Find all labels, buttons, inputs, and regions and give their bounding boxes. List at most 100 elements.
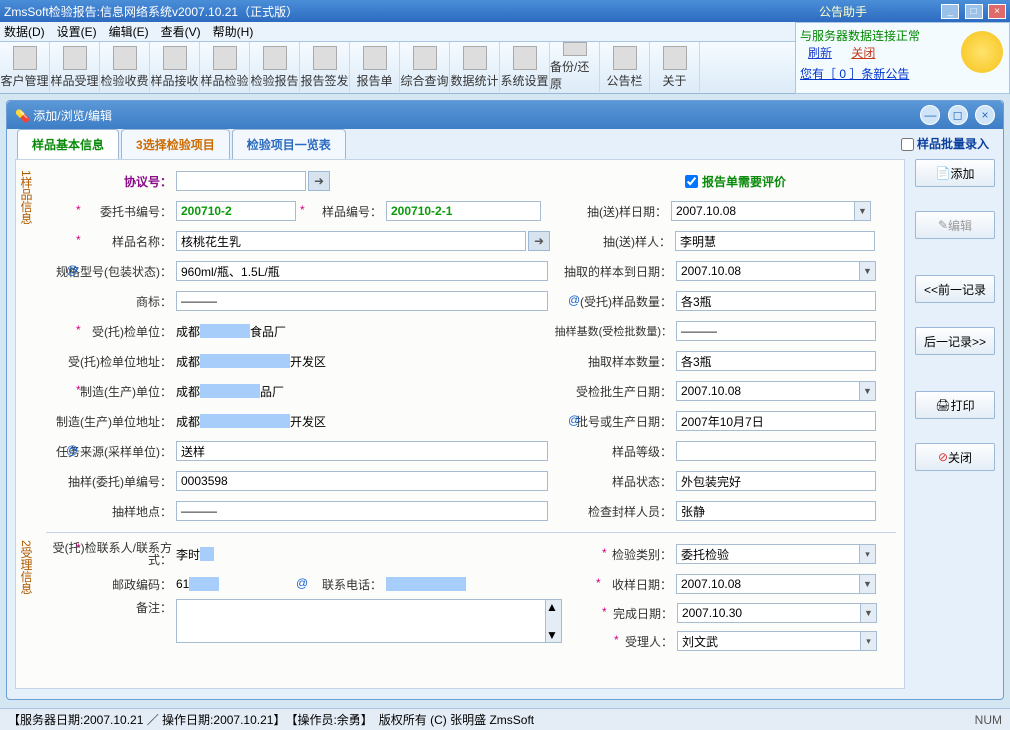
seal-input[interactable] — [676, 501, 876, 521]
consign-qty-label: (受托)样品数量： — [548, 293, 676, 310]
consign-no-input[interactable] — [176, 201, 296, 221]
send-date-picker[interactable]: 2007.10.08▼ — [671, 201, 871, 221]
spec-input[interactable] — [176, 261, 548, 281]
done-date-picker[interactable]: 2007.10.30▼ — [677, 603, 877, 623]
win-close-button[interactable]: × — [975, 105, 995, 125]
task-src-input[interactable] — [176, 441, 548, 461]
need-eval-checkbox[interactable] — [685, 175, 698, 188]
consign-qty-input[interactable] — [676, 291, 876, 311]
memo-textarea[interactable] — [176, 599, 546, 643]
win-minimize-button[interactable]: — — [920, 105, 940, 125]
assistant-minimize-button[interactable]: _ — [941, 4, 959, 19]
grade-label: 样品等级： — [548, 443, 676, 460]
chevron-down-icon: ▼ — [854, 202, 870, 220]
menubar: 数据(D) 设置(E) 编辑(E) 查看(V) 帮助(H) — [0, 22, 795, 42]
post-input[interactable]: 61 — [176, 577, 276, 591]
edit-button[interactable]: ✎编辑 — [915, 211, 995, 239]
client-unit-input[interactable]: 成都食品厂 — [176, 323, 548, 340]
state-label: 样品状态： — [548, 473, 676, 490]
client-addr-input[interactable]: 成都开发区 — [176, 353, 548, 370]
menu-settings[interactable]: 设置(E) — [57, 23, 97, 40]
menu-view[interactable]: 查看(V) — [161, 23, 201, 40]
tool-sysset[interactable]: 系统设置 — [500, 42, 550, 92]
take-qty-input[interactable] — [676, 351, 876, 371]
tool-query[interactable]: 综合查询 — [400, 42, 450, 92]
sampling-loc-input[interactable] — [176, 501, 548, 521]
close-button[interactable]: ⊘关闭 — [915, 443, 995, 471]
tool-report[interactable]: 检验报告 — [250, 42, 300, 92]
tool-sample-accept[interactable]: 样品受理 — [50, 42, 100, 92]
tool-customer[interactable]: 客户管理 — [0, 42, 50, 92]
tool-receive[interactable]: 样品接收 — [150, 42, 200, 92]
grade-input[interactable] — [676, 441, 876, 461]
tool-backup[interactable]: 备份/还原 — [550, 42, 600, 92]
seal-label: 检查封样人员： — [548, 503, 676, 520]
phone-input[interactable] — [386, 577, 542, 591]
sample-name-go-button[interactable]: ➜ — [528, 231, 550, 251]
base-qty-input[interactable] — [676, 321, 876, 341]
batch-date-label: 受检批生产日期： — [548, 383, 676, 400]
query-icon — [413, 46, 437, 70]
lot-input[interactable] — [676, 411, 876, 431]
prev-record-button[interactable]: <<前一记录 — [915, 275, 995, 303]
type-label: *检验类别： — [548, 546, 676, 563]
assistant-close-button[interactable]: × — [988, 4, 1006, 19]
recv-date-picker[interactable]: 2007.10.08▼ — [676, 574, 876, 594]
assistant-maximize-button[interactable]: □ — [965, 4, 983, 19]
status-left: 【服务器日期:2007.10.21 ／ 操作日期:2007.10.21】 【操作… — [8, 711, 534, 728]
tool-stats[interactable]: 数据统计 — [450, 42, 500, 92]
agreement-input[interactable] — [176, 171, 306, 191]
print-button[interactable]: 🖨打印 — [915, 391, 995, 419]
close-link[interactable]: 关闭 — [851, 46, 875, 60]
add-button[interactable]: 📄添加 — [915, 159, 995, 187]
about-icon — [663, 46, 687, 70]
contact-input[interactable]: 李时 — [176, 546, 548, 563]
sample-no-input[interactable] — [386, 201, 541, 221]
agreement-label: 协议号： — [46, 173, 176, 190]
sample-name-label: *样品名称： — [46, 233, 176, 250]
accept-icon — [63, 46, 87, 70]
tool-fee[interactable]: 检验收费 — [100, 42, 150, 92]
state-input[interactable] — [676, 471, 876, 491]
sample-name-input[interactable] — [176, 231, 526, 251]
next-record-button[interactable]: 后一记录>> — [915, 327, 995, 355]
maker-label: *制造(生产)单位： — [46, 383, 176, 400]
menu-edit[interactable]: 编辑(E) — [109, 23, 149, 40]
tab-items-list[interactable]: 检验项目一览表 — [232, 129, 346, 159]
client-unit-label: *受(托)检单位： — [46, 323, 176, 340]
tool-board[interactable]: 公告栏 — [600, 42, 650, 92]
tab-select-items[interactable]: 3选择检验项目 — [121, 129, 230, 159]
contact-label: *受(托)检联系人/联系方式： — [46, 542, 176, 566]
refresh-link[interactable]: 刷新 — [808, 46, 832, 60]
batch-date-picker[interactable]: 2007.10.08▼ — [676, 381, 876, 401]
sender-input[interactable] — [675, 231, 875, 251]
sender-label: 抽(送)样人： — [550, 233, 675, 250]
tool-report-sheet[interactable]: 报告单 — [350, 42, 400, 92]
menu-data[interactable]: 数据(D) — [4, 23, 45, 40]
group-accept-info: 2受理信息 — [18, 540, 35, 595]
edit-window-title: 添加/浏览/编辑 — [33, 109, 112, 123]
send-date-label: 抽(送)样日期： — [541, 203, 671, 220]
trademark-input[interactable] — [176, 291, 548, 311]
main-titlebar: ZmsSoft检验报告:信息网络系统v2007.10.21（正式版） — [0, 0, 795, 22]
arrive-date-picker[interactable]: 2007.10.08▼ — [676, 261, 876, 281]
maker-addr-input[interactable]: 成都开发区 — [176, 413, 548, 430]
task-src-label: 任务来源(采样单位)： — [46, 443, 176, 460]
tool-inspect[interactable]: 样品检验 — [200, 42, 250, 92]
maker-input[interactable]: 成都品厂 — [176, 383, 548, 400]
tool-issue[interactable]: 报告签发 — [300, 42, 350, 92]
type-select[interactable]: 委托检验▾ — [676, 544, 876, 564]
win-restore-button[interactable]: ◻ — [948, 105, 968, 125]
tool-about[interactable]: 关于 — [650, 42, 700, 92]
batch-entry-checkbox[interactable] — [901, 138, 914, 151]
agreement-go-button[interactable]: ➜ — [308, 171, 330, 191]
handler-label: *受理人： — [562, 633, 677, 650]
menu-help[interactable]: 帮助(H) — [213, 23, 254, 40]
tab-basic-info[interactable]: 样品基本信息 — [17, 129, 119, 159]
batch-entry-check[interactable]: 样品批量录入 — [901, 135, 989, 152]
memo-scrollbar[interactable]: ▲▼ — [546, 599, 562, 643]
issue-icon — [313, 46, 337, 70]
sampling-no-input[interactable] — [176, 471, 548, 491]
handler-select[interactable]: 刘文武▾ — [677, 631, 877, 651]
chevron-down-icon: ▼ — [859, 262, 875, 280]
